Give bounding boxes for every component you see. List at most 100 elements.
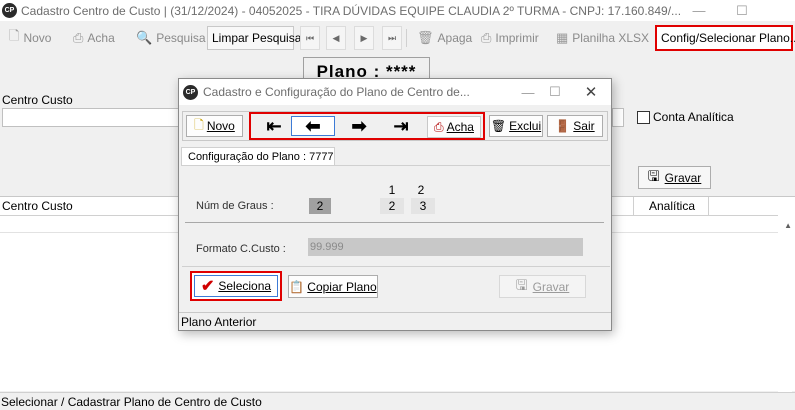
last-arrow-icon: ⇥ <box>393 115 409 136</box>
close-icon: ✕ <box>584 84 598 101</box>
tab-configuracao-plano[interactable]: Configuração do Plano : 7777 <box>181 147 335 166</box>
formato-ccusto-label: Formato C.Custo : <box>196 243 286 255</box>
apaga-label: Apaga <box>437 31 473 45</box>
formato-ccusto-input[interactable]: 99.999 <box>308 238 583 256</box>
dialog-navigation-group: ⇤ ⬅ ➡ ⇥ ⎙ Acha <box>249 112 485 140</box>
next-record-button[interactable]: ▶ <box>354 26 374 50</box>
main-toolbar: 🗋 Novo ⎙ Acha 🔍 Pesquisa Limpar Pesquisa… <box>0 25 795 51</box>
last-arrow-icon: ⏭ <box>387 32 397 43</box>
planilha-label: Planilha XLSX <box>572 31 650 45</box>
dialog-logo-icon: CP <box>183 84 198 100</box>
next-arrow-icon: ▶ <box>360 32 368 43</box>
dialog-exclui-button[interactable]: 🗑 Exclui <box>489 115 543 137</box>
new-document-icon: 🗋 <box>9 28 20 43</box>
dialog-toolbar: 🗋 Novo ⇤ ⬅ ➡ ⇥ ⎙ Acha 🗑 Exclui 🚪 Sair <box>182 111 608 141</box>
new-document-icon: 🗋 <box>194 117 204 132</box>
previous-record-button[interactable]: ◀ <box>326 26 346 50</box>
novo-button[interactable]: 🗋 Novo <box>4 26 64 50</box>
panel-divider <box>185 222 604 223</box>
grid-col-centro-custo[interactable]: Centro Custo <box>2 199 73 213</box>
dialog-novo-label: Novo <box>206 119 235 133</box>
copiar-plano-label: Copiar Plano <box>307 279 377 294</box>
grau-header-1: 1 <box>388 183 396 197</box>
maximize-button[interactable]: ☐ <box>722 0 762 21</box>
num-graus-value[interactable]: 2 <box>309 198 331 214</box>
dialog-first-button[interactable]: ⇤ <box>252 116 296 136</box>
dialog-acha-button[interactable]: ⎙ Acha <box>427 116 481 138</box>
acha-button[interactable]: ⎙ Acha <box>68 26 127 50</box>
seleciona-button[interactable]: ✔ Seleciona <box>190 271 282 301</box>
window-titlebar: CP Cadastro Centro de Custo | (31/12/202… <box>0 0 795 21</box>
dialog-last-button[interactable]: ⇥ <box>379 116 423 136</box>
printer-search-icon: ⎙ <box>73 30 84 45</box>
novo-label: Novo <box>23 31 52 45</box>
first-record-button[interactable]: ⏮ <box>300 26 320 50</box>
grau-cell-1[interactable]: 2 <box>380 198 404 214</box>
copiar-plano-button[interactable]: 📋 Copiar Plano <box>288 275 378 298</box>
dialog-gravar-label: Gravar <box>532 279 570 294</box>
pesquisa-button[interactable]: 🔍 Pesquisa <box>131 26 206 50</box>
previous-arrow-icon: ⬅ <box>305 115 321 136</box>
planilha-xlsx-button[interactable]: ▦ Planilha XLSX <box>551 26 652 50</box>
minimize-button[interactable]: — <box>679 0 719 21</box>
dialog-novo-button[interactable]: 🗋 Novo <box>186 115 243 137</box>
gravar-main-button[interactable]: 🖫 Gravar <box>638 166 711 189</box>
save-icon: 🖫 <box>647 167 660 184</box>
dialog-minimize-button[interactable]: — <box>514 82 542 102</box>
status-bar: Selecionar / Cadastrar Plano de Centro d… <box>0 392 795 410</box>
next-arrow-icon: ➡ <box>351 115 367 136</box>
dialog-sair-button[interactable]: 🚪 Sair <box>547 115 603 137</box>
trash-icon: 🗑 <box>417 30 434 45</box>
config-label: Config/Selecionar Plano... <box>661 31 795 45</box>
conta-analitica-checkbox[interactable] <box>637 110 650 124</box>
conta-analitica-checkbox-row[interactable]: Conta Analítica <box>637 110 734 124</box>
dialog-next-button[interactable]: ➡ <box>337 116 381 136</box>
num-graus-label: Núm de Graus : <box>196 200 274 212</box>
window-title: Cadastro Centro de Custo | (31/12/2024) … <box>21 3 682 18</box>
acha-label: Acha <box>87 31 115 45</box>
grau-cell-2[interactable]: 3 <box>411 198 435 214</box>
dialog-title: Cadastro e Configuração do Plano de Cent… <box>203 85 470 99</box>
dialog-previous-button[interactable]: ⬅ <box>291 116 335 136</box>
dialog-status-text: Plano Anterior <box>181 314 257 329</box>
dialog-button-row: ✔ Seleciona 📋 Copiar Plano 🖫 Gravar <box>182 266 610 312</box>
seleciona-label: Seleciona <box>218 279 272 293</box>
trash-icon: 🗑 <box>490 119 507 133</box>
printer-search-icon: ⎙ <box>434 119 444 134</box>
conta-analitica-label: Conta Analítica <box>653 110 734 124</box>
imprimir-button[interactable]: ⎙ Imprimir <box>476 26 545 50</box>
descricao-input[interactable] <box>612 108 624 127</box>
grid-scrollbar[interactable]: ▲ <box>778 197 792 392</box>
dialog-exclui-label: Exclui <box>509 119 542 133</box>
copy-document-icon: 📋 <box>289 279 305 294</box>
dialog-config-panel: Núm de Graus : 2 1 2 2 3 Formato C.Custo… <box>182 165 610 311</box>
dialog-titlebar: CP Cadastro e Configuração do Plano de C… <box>179 79 611 105</box>
grid-col-analitica[interactable]: Analítica <box>633 196 709 216</box>
dialog-status-bar: Plano Anterior <box>179 312 611 330</box>
limpar-pesquisa-button[interactable]: Limpar Pesquisa <box>207 26 301 50</box>
imprimir-label: Imprimir <box>495 31 539 45</box>
scroll-up-icon[interactable]: ▲ <box>784 221 792 230</box>
config-selecionar-plano-button[interactable]: Config/Selecionar Plano... <box>655 25 795 51</box>
dialog-gravar-button[interactable]: 🖫 Gravar <box>499 275 586 298</box>
magnifier-icon: 🔍 <box>136 30 153 45</box>
dialog-close-button[interactable]: ✕ <box>577 82 605 102</box>
seleciona-button-face[interactable]: ✔ Seleciona <box>194 275 278 297</box>
pesquisa-label: Pesquisa <box>156 31 206 45</box>
save-icon: 🖫 <box>515 276 528 293</box>
centro-custo-input[interactable] <box>2 108 182 127</box>
dialog-acha-label: Acha <box>446 120 474 134</box>
app-logo-icon: CP <box>2 3 17 18</box>
centro-custo-label: Centro Custo <box>2 93 73 107</box>
dialog-maximize-button[interactable]: ☐ <box>541 82 569 102</box>
printer-icon: ⎙ <box>481 30 492 45</box>
toolbar-separator <box>406 29 407 47</box>
apaga-button[interactable]: 🗑 Apaga <box>412 26 472 50</box>
limpar-pesquisa-label: Limpar Pesquisa <box>212 31 302 45</box>
last-record-button[interactable]: ⏭ <box>382 26 402 50</box>
dialog-sair-label: Sair <box>573 119 595 133</box>
first-arrow-icon: ⏮ <box>305 32 315 43</box>
previous-arrow-icon: ◀ <box>332 32 340 43</box>
first-arrow-icon: ⇤ <box>266 115 282 136</box>
grau-header-2: 2 <box>417 183 425 197</box>
